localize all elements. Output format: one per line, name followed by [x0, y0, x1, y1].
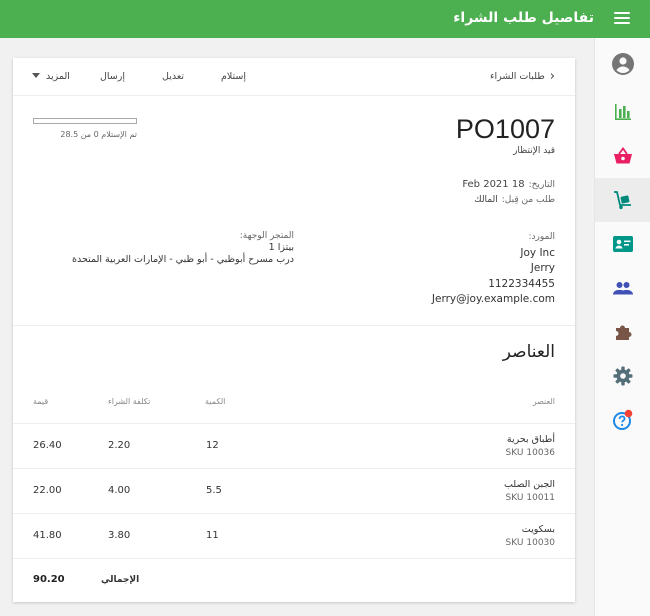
vendor-email: Jerry@joy.example.com — [431, 293, 555, 305]
item-value: 41.80 — [33, 530, 62, 541]
vendor-phone: 1122334455 — [488, 277, 555, 290]
notification-badge — [624, 409, 633, 418]
purchase-order-card: ‹طلبات الشراء إستلام تعديل إرسال المزيد … — [13, 58, 575, 602]
nav-item-reports[interactable] — [595, 90, 650, 134]
store-name: بيتزا 1 — [268, 242, 294, 253]
help-icon — [613, 409, 633, 430]
nav-item-sales[interactable] — [595, 134, 650, 178]
total-row: الإجمالي 90.20 — [13, 558, 575, 602]
dropdown-caret-icon — [32, 73, 40, 78]
nav-item-help[interactable] — [595, 398, 650, 442]
item-quantity: 11 — [206, 530, 219, 541]
table-row[interactable]: الجبن الصلب SKU 10011 5.5 4.00 22.00 — [13, 468, 575, 513]
column-header-quantity: الكمية — [205, 397, 226, 406]
vendor-name: Joy Inc — [520, 246, 555, 259]
table-row[interactable]: أطباق بحرية SKU 10036 12 2.20 26.40 — [13, 423, 575, 468]
item-value: 22.00 — [33, 485, 62, 496]
bar-chart-icon — [615, 104, 631, 120]
item-name: الجبن الصلب — [503, 479, 555, 490]
contact-card-icon — [613, 236, 633, 252]
column-header-purchase-cost: تكلفة الشراء — [108, 397, 151, 406]
item-cost: 4.00 — [108, 485, 131, 496]
item-cost: 2.20 — [108, 440, 131, 451]
column-header-value: قيمة — [33, 397, 49, 406]
item-name: بسكويت — [521, 524, 555, 535]
app-bar: تفاصيل طلب الشراء — [0, 0, 650, 38]
received-progress-bar — [33, 118, 137, 124]
item-sku: SKU 10036 — [505, 448, 555, 458]
item-name: أطباق بحرية — [506, 434, 555, 445]
destination-store-info: المتجر الوجهة: بيتزا 1 درب مسرح أبوظبي -… — [72, 230, 294, 266]
total-label: الإجمالي — [101, 575, 140, 585]
nav-item-customers[interactable] — [595, 222, 650, 266]
item-value: 26.40 — [33, 440, 62, 451]
nav-item-integrations[interactable] — [595, 310, 650, 354]
nav-rail — [594, 38, 650, 616]
item-sku: SKU 10011 — [505, 493, 555, 503]
nav-item-account[interactable] — [595, 42, 650, 86]
vendor-contact: Jerry — [530, 262, 555, 274]
edit-button[interactable]: تعديل — [162, 71, 184, 82]
store-label: المتجر الوجهة: — [239, 231, 294, 241]
po-ordered-by: طلب من قِبل:المالك — [474, 195, 555, 205]
card-toolbar: ‹طلبات الشراء إستلام تعديل إرسال المزيد — [13, 58, 575, 96]
dolly-cart-icon — [614, 191, 631, 210]
total-value: 90.20 — [33, 574, 65, 585]
more-menu-button[interactable]: المزيد — [32, 71, 70, 82]
nav-item-employees[interactable] — [595, 266, 650, 310]
po-status: قيد الإنتظار — [513, 146, 555, 156]
people-icon — [613, 282, 633, 295]
section-divider — [13, 325, 575, 326]
item-sku: SKU 10030 — [505, 538, 555, 548]
breadcrumb-purchase-orders[interactable]: ‹طلبات الشراء — [490, 69, 555, 84]
column-header-item: العنصر — [532, 397, 555, 406]
po-number: PO1007 — [455, 114, 555, 144]
send-button[interactable]: إرسال — [100, 71, 125, 82]
receive-button[interactable]: إستلام — [221, 71, 246, 82]
items-section-title: العناصر — [502, 342, 555, 362]
store-address: درب مسرح أبوظبي - أبو ظبي - الإمارات الع… — [72, 254, 294, 265]
item-cost: 3.80 — [108, 530, 131, 541]
item-quantity: 12 — [206, 440, 219, 451]
po-date: التاريخ:18 Feb 2021 — [462, 179, 555, 190]
table-row[interactable]: بسكويت SKU 10030 11 3.80 41.80 — [13, 513, 575, 558]
gear-icon — [613, 366, 633, 386]
nav-item-settings[interactable] — [595, 354, 650, 398]
shopping-basket-icon — [614, 147, 632, 164]
item-quantity: 5.5 — [206, 485, 222, 496]
nav-item-inventory[interactable] — [595, 178, 650, 222]
vendor-label: المورد: — [528, 232, 555, 242]
account-circle-icon — [612, 53, 634, 75]
page-title: تفاصيل طلب الشراء — [453, 10, 594, 26]
vendor-info: المورد: Joy Inc Jerry 1122334455 Jerry@j… — [432, 230, 555, 308]
puzzle-icon — [616, 325, 632, 340]
chevron-left-icon: ‹ — [549, 69, 555, 84]
menu-icon[interactable] — [614, 12, 630, 26]
received-progress-label: تم الإستلام 0 من 28.5 — [60, 130, 137, 139]
